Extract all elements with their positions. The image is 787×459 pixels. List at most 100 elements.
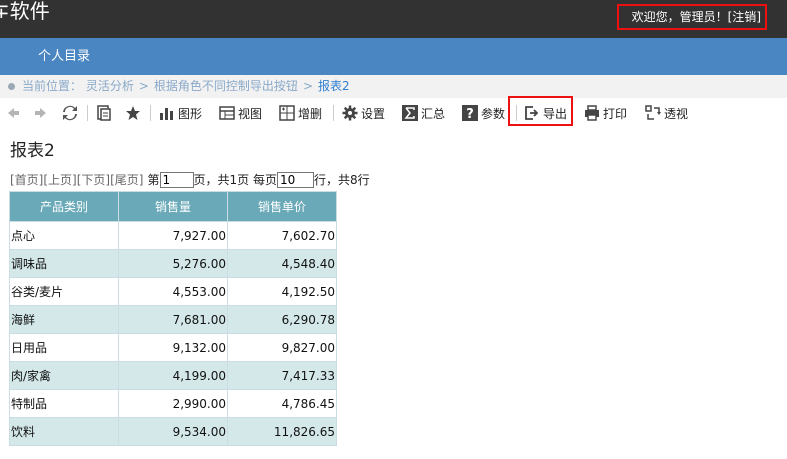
pivot-icon — [645, 105, 661, 121]
cell-unit-price: 4,192.50 — [227, 277, 337, 306]
export-label: 导出 — [543, 106, 568, 121]
params-label: 参数 — [481, 106, 506, 121]
report-title: 报表2 — [10, 141, 55, 161]
document-icon[interactable] — [96, 105, 112, 121]
cell-unit-price: 7,602.70 — [227, 221, 337, 250]
params-button[interactable]: ? 参数 — [462, 104, 505, 122]
user-info: 欢迎您，管理员！[注销] — [617, 4, 767, 30]
table-row: 肉/家禽 4,199.00 7,417.33 — [9, 361, 337, 390]
breadcrumb-item-folder[interactable]: 根据角色不同控制导出按钮 — [154, 79, 298, 93]
app-title: ∓软件 — [0, 0, 50, 23]
settings-button[interactable]: 设置 — [342, 104, 385, 122]
sigma-icon — [402, 105, 418, 121]
column-header: 销售量 — [118, 191, 228, 222]
view-label: 视图 — [238, 106, 263, 121]
cell-category: 饮料 — [9, 417, 119, 446]
cell-unit-price: 4,786.45 — [227, 389, 337, 418]
column-header: 销售单价 — [227, 191, 337, 222]
bullet-icon — [8, 83, 15, 90]
table-row: 饮料 9,534.00 11,826.65 — [9, 417, 337, 446]
page-label: 第 — [147, 173, 160, 187]
cell-sales-qty: 9,132.00 — [118, 333, 228, 362]
report-table: 产品类别 销售量 销售单价 点心 7,927.00 7,602.70 调味品 5,276… — [9, 191, 337, 446]
table-row: 调味品 5,276.00 4,548.40 — [9, 249, 337, 278]
cell-unit-price: 9,827.00 — [227, 333, 337, 362]
first-page-link[interactable]: [首页] — [10, 171, 43, 189]
summary-button[interactable]: 汇总 — [402, 104, 445, 122]
printer-icon — [584, 105, 600, 121]
refresh-icon[interactable] — [62, 105, 78, 121]
report-toolbar: 图形 视图 增删 设置 汇总 ? 参数 导出 打印 透视 — [0, 96, 787, 127]
cell-category: 谷类/麦片 — [9, 277, 119, 306]
cell-unit-price: 7,417.33 — [227, 361, 337, 390]
print-button[interactable]: 打印 — [584, 104, 627, 122]
forward-arrow-icon[interactable] — [33, 105, 49, 121]
pivot-label: 透视 — [664, 106, 689, 121]
cell-sales-qty: 9,534.00 — [118, 417, 228, 446]
breadcrumb-item-current: 报表2 — [318, 79, 350, 93]
table-row: 点心 7,927.00 7,602.70 — [9, 221, 337, 250]
breadcrumb-sep: > — [302, 79, 313, 93]
print-label: 打印 — [603, 106, 628, 121]
cell-category: 特制品 — [9, 389, 119, 418]
main-nav: 个人目录 — [0, 38, 787, 75]
toolbar-divider — [87, 105, 88, 121]
cell-category: 肉/家禽 — [9, 361, 119, 390]
bar-chart-icon — [159, 105, 175, 121]
table-row: 日用品 9,132.00 9,827.00 — [9, 333, 337, 362]
table-row: 谷类/麦片 4,553.00 4,192.50 — [9, 277, 337, 306]
table-header-row: 产品类别 销售量 销售单价 — [9, 191, 337, 222]
cell-unit-price: 4,548.40 — [227, 249, 337, 278]
favorite-star-icon[interactable] — [125, 105, 141, 121]
next-page-link[interactable]: [下页] — [77, 171, 110, 189]
add-remove-button[interactable]: 增删 — [279, 104, 322, 122]
add-remove-label: 增删 — [298, 106, 323, 121]
cell-unit-price: 11,826.65 — [227, 417, 337, 446]
settings-label: 设置 — [361, 106, 386, 121]
question-mark-icon: ? — [462, 105, 478, 121]
chart-button[interactable]: 图形 — [159, 104, 202, 122]
cell-category: 点心 — [9, 221, 119, 250]
cell-sales-qty: 7,927.00 — [118, 221, 228, 250]
summary-label: 汇总 — [421, 106, 446, 121]
logout-link[interactable]: 注销 — [732, 10, 756, 24]
table-row: 海鲜 7,681.00 6,290.78 — [9, 305, 337, 334]
column-header: 产品类别 — [9, 191, 119, 222]
page-suffix: 页，共1页 每页 — [193, 173, 277, 187]
view-grid-icon — [219, 105, 235, 121]
toolbar-divider — [516, 105, 517, 121]
export-icon — [524, 105, 540, 121]
rows-suffix: 行，共8行 — [313, 173, 370, 187]
cell-category: 调味品 — [9, 249, 119, 278]
cell-sales-qty: 4,553.00 — [118, 277, 228, 306]
svg-text:?: ? — [466, 107, 474, 121]
cell-category: 海鲜 — [9, 305, 119, 334]
toolbar-divider — [150, 105, 151, 121]
pivot-button[interactable]: 透视 — [645, 104, 688, 122]
breadcrumb-prefix: 当前位置： — [22, 79, 83, 93]
bracket-close: ] — [756, 10, 761, 24]
back-arrow-icon[interactable] — [5, 105, 21, 121]
chart-label: 图形 — [178, 106, 203, 121]
table-row: 特制品 2,990.00 4,786.45 — [9, 389, 337, 418]
view-button[interactable]: 视图 — [219, 104, 262, 122]
prev-page-link[interactable]: [上页] — [43, 171, 76, 189]
cell-sales-qty: 4,199.00 — [118, 361, 228, 390]
pagination-bar: [首页][上页][下页][尾页] 第 页，共1页 每页 行，共8行 — [10, 171, 370, 189]
rows-per-page-input[interactable] — [276, 172, 314, 188]
breadcrumb: 当前位置： 灵活分析 > 根据角色不同控制导出按钮 > 报表2 — [0, 75, 787, 98]
breadcrumb-item-analysis[interactable]: 灵活分析 — [86, 79, 134, 93]
welcome-text: 欢迎您，管理员！[ — [631, 10, 733, 24]
add-remove-icon — [279, 105, 295, 121]
nav-item-personal-directory[interactable]: 个人目录 — [38, 38, 90, 75]
toolbar-divider — [333, 105, 334, 121]
cell-sales-qty: 2,990.00 — [118, 389, 228, 418]
cell-sales-qty: 5,276.00 — [118, 249, 228, 278]
export-button[interactable]: 导出 — [524, 104, 567, 122]
cell-category: 日用品 — [9, 333, 119, 362]
page-number-input[interactable] — [159, 172, 194, 188]
last-page-link[interactable]: [尾页] — [110, 171, 143, 189]
top-header: ∓软件 欢迎您，管理员！[注销] — [0, 0, 787, 38]
cell-sales-qty: 7,681.00 — [118, 305, 228, 334]
gear-icon — [342, 105, 358, 121]
